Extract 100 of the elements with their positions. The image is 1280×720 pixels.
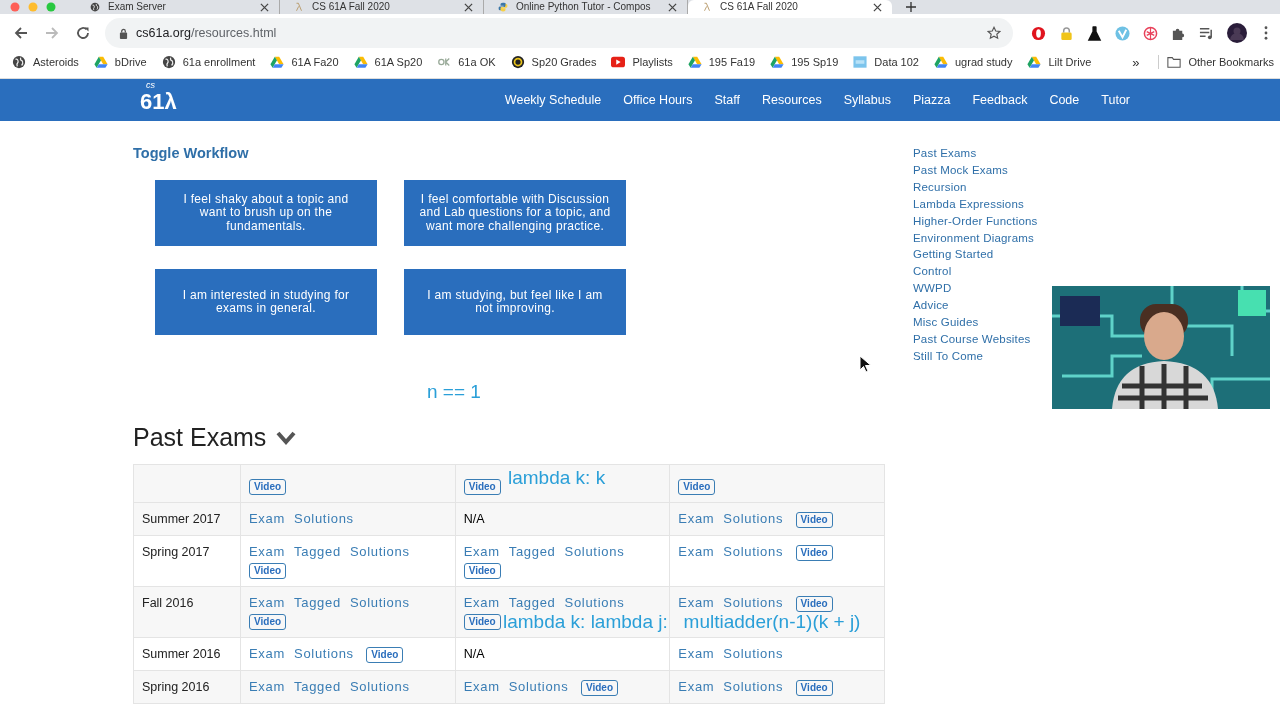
bookmark[interactable]: Playlists [611,55,673,69]
sidebar-link[interactable]: Still To Come [913,347,1038,365]
video-badge[interactable]: Video [463,614,501,630]
bookmark[interactable]: 61a OK [437,55,496,69]
toggle-workflow-link[interactable]: Toggle Workflow [133,145,885,161]
new-tab-icon[interactable] [906,2,916,12]
exam-link[interactable]: Solutions [564,544,625,559]
video-badge[interactable]: Video [678,479,716,495]
bookmark[interactable]: Sp20 Grades [510,55,597,69]
exam-link[interactable]: Exam [249,511,286,526]
bookmark[interactable]: 195 Fa19 [687,55,756,69]
video-badge[interactable]: Video [795,680,833,696]
workflow-button[interactable]: I feel comfortable with Discussion and Lab questions for a topic, and want more challenging practice. [404,180,626,246]
video-badge[interactable]: Video [249,563,287,579]
close-icon[interactable] [464,2,473,12]
nav-link[interactable]: Staff [714,93,740,107]
exam-link[interactable]: Solutions [723,544,784,559]
exam-link[interactable]: Tagged [294,595,341,610]
exam-link[interactable]: Tagged [508,595,556,610]
sidebar-link[interactable]: Past Course Websites [913,330,1038,348]
sidebar-link[interactable]: Environment Diagrams [913,229,1038,247]
exam-link[interactable]: Exam [249,544,286,559]
exam-link[interactable]: Exam [678,679,715,694]
address-bar[interactable]: cs61a.org/resources.html [105,18,1013,48]
extension-icon[interactable] [1031,25,1046,41]
exam-link[interactable]: Exam [463,544,500,559]
back-icon[interactable] [13,25,29,41]
nav-link[interactable]: Weekly Schedule [504,93,602,107]
nav-link[interactable]: Piazza [912,93,951,107]
exam-link[interactable]: Exam [678,595,715,610]
sidebar-link[interactable]: Recursion [913,178,1038,196]
workflow-button[interactable]: I feel shaky about a topic and want to brush up on the fundamentals. [155,180,377,246]
exam-link[interactable]: Solutions [564,595,625,610]
video-badge[interactable]: Video [463,479,501,495]
bookmark[interactable]: 61A Sp20 [353,55,423,69]
exam-link[interactable]: Solutions [294,511,354,526]
exam-link[interactable]: Solutions [349,595,410,610]
chevron-down-icon[interactable] [276,430,297,445]
exam-link[interactable]: Solutions [723,511,784,526]
workflow-button[interactable]: I am studying, but feel like I am not improving. [404,269,626,335]
exam-link[interactable]: Solutions [294,646,354,661]
nav-link[interactable]: Feedback [972,93,1028,107]
playlist-icon[interactable] [1199,25,1214,41]
exam-link[interactable]: Exam [249,595,286,610]
other-bookmarks[interactable]: Other Bookmarks [1158,55,1274,69]
exam-link[interactable]: Solutions [508,679,569,694]
extension-icon[interactable] [1143,25,1158,41]
close-icon[interactable] [873,2,882,12]
sidebar-link[interactable]: Control [913,263,1038,281]
exam-link[interactable]: Exam [249,679,286,694]
sidebar-link[interactable]: Higher-Order Functions [913,212,1038,230]
nav-link[interactable]: Syllabus [843,93,891,107]
bookmark[interactable]: 195 Sp19 [770,55,839,69]
exam-link[interactable]: Tagged [294,544,341,559]
exam-link[interactable]: Exam [463,679,500,694]
nav-link[interactable]: Tutor [1101,93,1130,107]
video-badge[interactable]: Video [795,512,833,528]
avatar-icon[interactable] [1227,23,1247,43]
bookmark[interactable]: Asteroids [12,55,79,69]
close-icon[interactable] [260,2,269,12]
sidebar-link[interactable]: Advice [913,297,1038,315]
star-icon[interactable] [987,26,1001,40]
browser-tab[interactable]: CS 61A Fall 2020 [688,0,892,14]
nav-link[interactable]: Resources [761,93,822,107]
sidebar-link[interactable]: Getting Started [913,246,1038,264]
nav-link[interactable]: Office Hours [623,93,693,107]
exam-link[interactable]: Solutions [349,679,410,694]
nav-link[interactable]: Code [1049,93,1080,107]
video-badge[interactable]: Video [463,563,501,579]
video-badge[interactable]: Video [580,680,618,696]
sidebar-link[interactable]: Past Exams [913,145,1038,162]
site-logo[interactable]: cs 61λ [140,85,180,115]
exam-link[interactable]: Solutions [723,595,784,610]
exam-link[interactable]: Tagged [294,679,341,694]
exam-link[interactable]: Exam [678,646,715,661]
exam-link[interactable]: Tagged [508,544,556,559]
exam-link[interactable]: Exam [678,511,715,526]
bookmark[interactable]: Lilt Drive [1027,55,1092,69]
sidebar-link[interactable]: WWPD [913,280,1038,298]
exam-link[interactable]: Exam [463,595,500,610]
more-bookmarks[interactable]: » [1132,54,1140,70]
close-icon[interactable] [668,2,677,12]
exam-link[interactable]: Solutions [723,646,784,661]
video-badge[interactable]: Video [366,647,404,663]
bookmark[interactable]: Data 102 [853,55,919,69]
sidebar-link[interactable]: Lambda Expressions [913,195,1038,213]
video-badge[interactable]: Video [795,545,833,561]
video-badge[interactable]: Video [249,614,287,630]
sidebar-link[interactable]: Misc Guides [913,314,1038,331]
reload-icon[interactable] [75,25,91,41]
exam-link[interactable]: Solutions [723,679,784,694]
video-badge[interactable]: Video [795,596,833,612]
video-badge[interactable]: Video [249,479,287,495]
bookmark[interactable]: 61A Fa20 [270,55,339,69]
bookmark[interactable]: bDrive [93,55,147,69]
bookmark[interactable]: ugrad study [934,55,1013,69]
lock-icon[interactable] [1059,25,1074,41]
menu-icon[interactable] [1264,26,1268,40]
exam-link[interactable]: Solutions [349,544,410,559]
bookmark[interactable]: 61a enrollment [161,55,256,69]
